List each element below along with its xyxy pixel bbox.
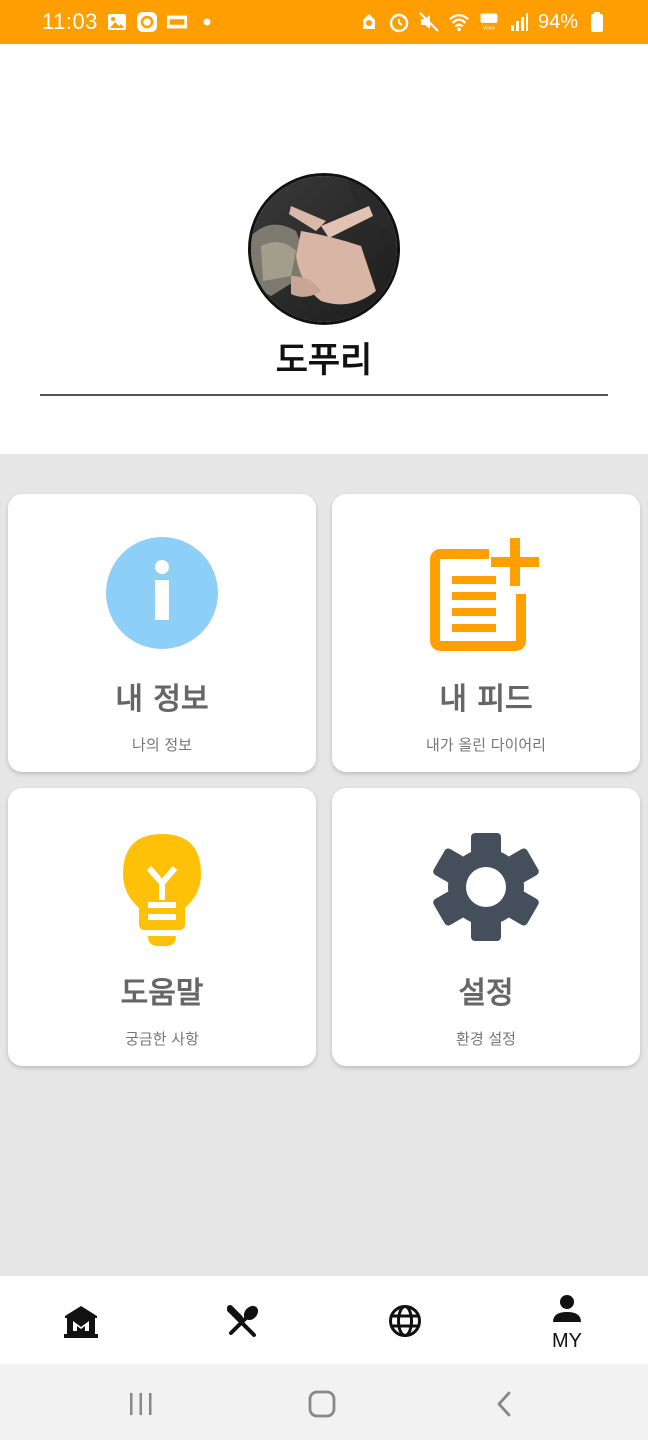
my-feed-card[interactable]: 내 피드 내가 올린 다이어리 xyxy=(332,494,640,772)
card-title: 내 정보 xyxy=(115,682,209,717)
nav-item-restaurant[interactable] xyxy=(162,1276,324,1364)
card-subtitle: 나의 정보 xyxy=(132,736,192,754)
wifi-icon xyxy=(448,11,470,33)
nav-item-my[interactable]: MY xyxy=(486,1276,648,1364)
recents-icon[interactable] xyxy=(121,1386,161,1422)
add-post-icon xyxy=(332,534,640,652)
settings-card[interactable]: 설정 환경 설정 xyxy=(332,788,640,1066)
help-card[interactable]: 도움말 궁금한 사항 xyxy=(8,788,316,1066)
battery-icon xyxy=(586,11,608,33)
card-title: 내 피드 xyxy=(439,682,533,717)
my-info-card[interactable]: 내 정보 나의 정보 xyxy=(8,494,316,772)
museum-icon xyxy=(0,1304,162,1338)
bottom-nav: MY xyxy=(0,1276,648,1364)
mute-icon xyxy=(418,11,440,33)
card-title: 설정 xyxy=(458,976,514,1011)
hd-voice-icon: Voice xyxy=(478,11,500,33)
gear-icon xyxy=(332,828,640,946)
battery-level: 94% xyxy=(537,10,578,33)
card-title: 도움말 xyxy=(120,976,204,1011)
status-time: 11:03 xyxy=(42,9,98,34)
dot-icon xyxy=(196,11,218,33)
svg-text:Voice: Voice xyxy=(483,26,496,32)
profile-section: 도푸리 xyxy=(0,44,648,454)
profile-avatar[interactable] xyxy=(248,173,400,325)
info-icon xyxy=(8,534,316,652)
card-subtitle: 환경 설정 xyxy=(456,1030,516,1048)
menu-grid: 내 정보 나의 정보 내 피드 내가 올린 다이어리 도움말 궁금한 사항 설정… xyxy=(0,454,648,1276)
profile-divider xyxy=(40,394,608,396)
profile-username: 도푸리 xyxy=(275,340,373,381)
globe-icon xyxy=(324,1304,486,1338)
nav-item-museum[interactable] xyxy=(0,1276,162,1364)
alarm-icon xyxy=(388,11,410,33)
nav-label-my: MY xyxy=(552,1330,582,1352)
signal-icon xyxy=(508,11,530,33)
restaurant-icon xyxy=(162,1304,324,1338)
ticket-icon xyxy=(166,11,188,33)
lightbulb-icon xyxy=(8,828,316,946)
back-icon[interactable] xyxy=(484,1386,524,1422)
nav-item-globe[interactable] xyxy=(324,1276,486,1364)
person-icon xyxy=(486,1294,648,1324)
status-bar: 11:03 Voice 94% xyxy=(0,0,648,44)
home-icon[interactable] xyxy=(302,1386,342,1422)
card-subtitle: 내가 올린 다이어리 xyxy=(426,736,546,754)
gallery-icon xyxy=(106,11,128,33)
recycle-icon xyxy=(358,11,380,33)
system-nav-bar xyxy=(0,1364,648,1440)
app-icon xyxy=(136,11,158,33)
card-subtitle: 궁금한 사항 xyxy=(125,1030,199,1048)
